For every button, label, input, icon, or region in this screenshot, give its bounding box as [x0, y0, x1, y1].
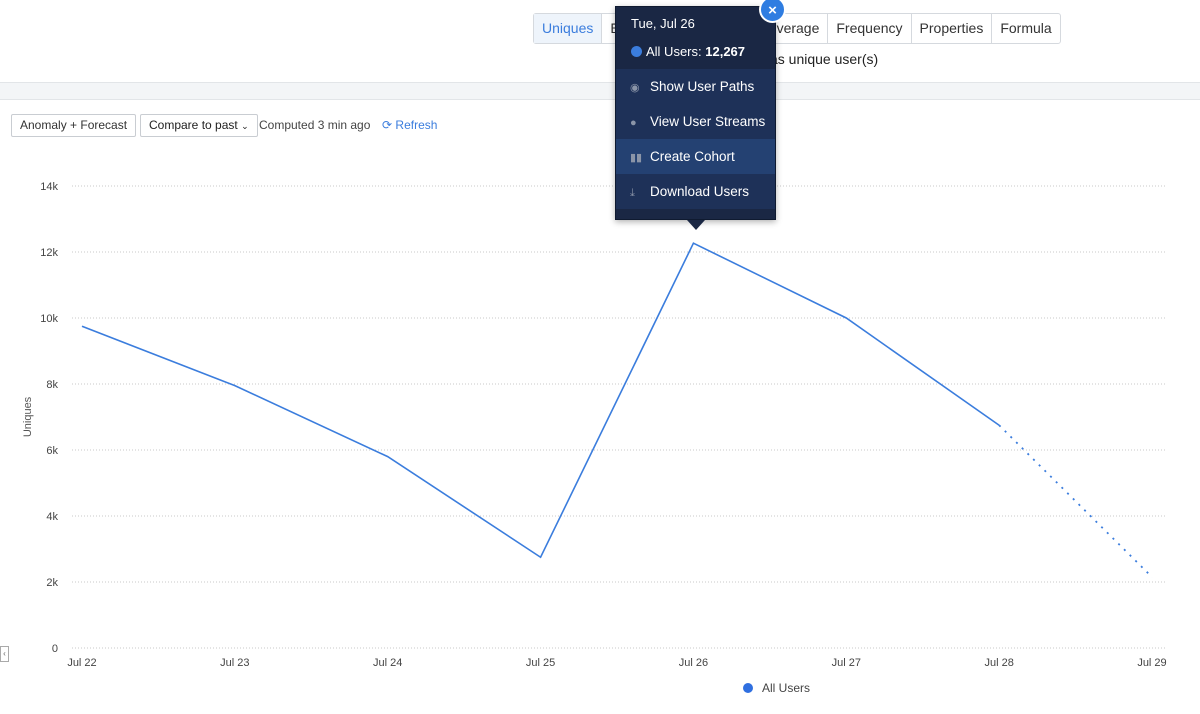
x-tick-label: Jul 27: [832, 657, 861, 669]
forecast-line: [998, 424, 1153, 578]
legend-label: All Users: [762, 681, 811, 695]
tooltip-date: Tue, Jul 26: [631, 16, 695, 31]
x-tick-label: Jul 23: [220, 657, 249, 669]
series-line: [81, 242, 1000, 559]
legend-item[interactable]: All Users: [743, 681, 810, 695]
y-tick-label: 0: [52, 643, 58, 655]
download-users-item[interactable]: ⤓ Download Users: [616, 174, 775, 209]
y-tick-label: 4k: [46, 511, 58, 523]
line-chart: 0 2k 4k 6k 8k 10k 12k 14k Jul 22 Jul 23 Jul 24 Jul …: [22, 181, 1167, 669]
user-icon: ●: [630, 117, 637, 129]
y-axis-label: Uniques: [22, 396, 34, 437]
x-tick-label: Jul 22: [67, 657, 96, 669]
eye-icon: ◉: [630, 82, 640, 94]
y-tick-label: 2k: [46, 577, 58, 589]
x-tick-label: Jul 25: [526, 657, 555, 669]
item-label: Show User Paths: [650, 79, 755, 94]
legend-dot: [743, 683, 753, 693]
tooltip-popover: Tue, Jul 26 All Users: 12,267 ◉ Show User…: [615, 6, 776, 220]
y-tick-label: 6k: [46, 445, 58, 457]
item-label: Create Cohort: [650, 149, 735, 164]
create-cohort-item[interactable]: ▮▮ Create Cohort: [616, 139, 775, 174]
y-tick-label: 12k: [40, 247, 58, 259]
y-tick-label: 8k: [46, 379, 58, 391]
x-tick-label: Jul 28: [984, 657, 1013, 669]
x-tick-label: Jul 24: [373, 657, 402, 669]
x-tick-label: Jul 26: [679, 657, 708, 669]
cohort-icon: ▮▮: [630, 152, 643, 164]
tooltip-series: All Users:: [646, 44, 702, 59]
tooltip-arrow: [687, 220, 705, 230]
item-label: Download Users: [650, 184, 750, 199]
x-tick-label: Jul 29: [1137, 657, 1166, 669]
tooltip-value: All Users: 12,267: [631, 44, 745, 59]
collapse-handle[interactable]: ‹: [0, 646, 9, 662]
series-dot: [631, 46, 642, 57]
y-tick-label: 14k: [40, 181, 58, 193]
view-user-streams-item[interactable]: ● View User Streams: [616, 104, 775, 139]
download-icon: ⤓: [630, 187, 635, 199]
tooltip-number: 12,267: [705, 44, 746, 59]
item-label: View User Streams: [650, 114, 766, 129]
show-user-paths-item[interactable]: ◉ Show User Paths: [616, 69, 775, 104]
y-tick-label: 10k: [40, 313, 58, 325]
